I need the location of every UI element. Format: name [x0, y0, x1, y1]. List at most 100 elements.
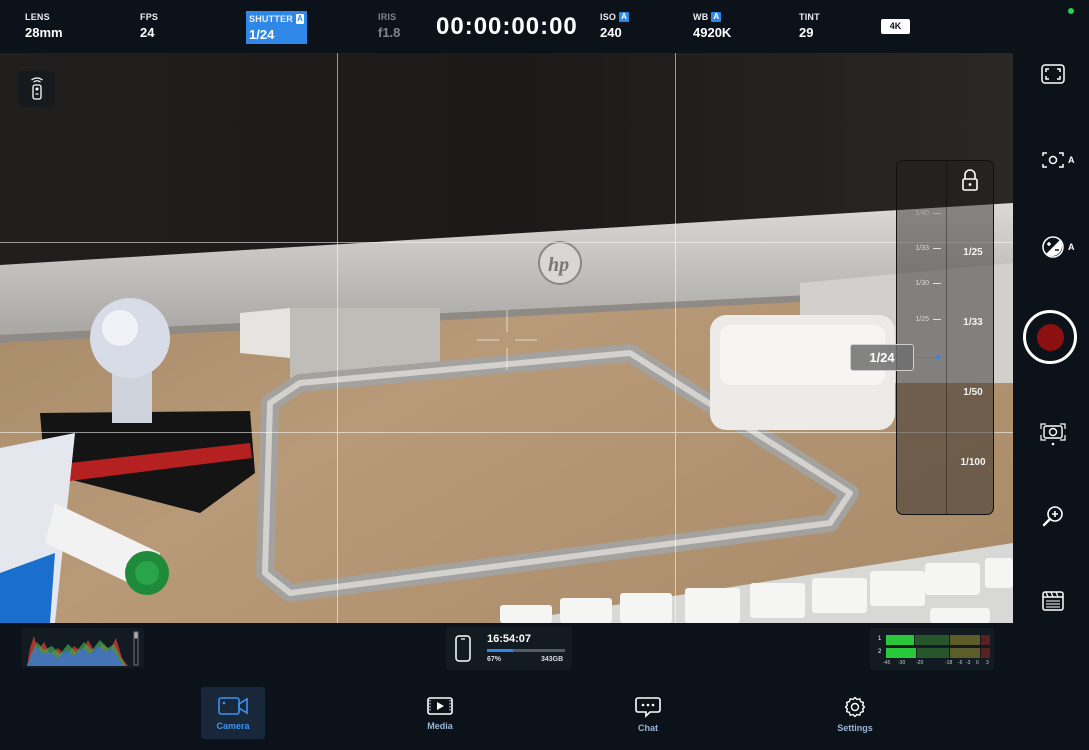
iris-label: IRIS [378, 12, 397, 22]
grid-line-horizontal-2 [0, 432, 1013, 433]
iris-param[interactable]: IRIS f1.8 [378, 11, 400, 40]
phone-storage-icon [455, 635, 471, 662]
tint-param[interactable]: TINT 29 [799, 11, 820, 40]
histogram[interactable] [22, 628, 144, 668]
shutter-label: SHUTTER [249, 14, 293, 24]
dial-current-value[interactable]: 1/24 [850, 344, 914, 371]
wb-auto-badge: A [711, 12, 722, 22]
tint-label: TINT [799, 12, 820, 22]
slate-button[interactable] [1035, 583, 1071, 619]
iris-value: f1.8 [378, 25, 401, 40]
dial-tick-2: 1/33 [905, 245, 945, 252]
audio-meters[interactable]: 1 2 -45 -30 -20 -18 -6 -3 0 3 [870, 628, 994, 670]
db-label: -20 [916, 660, 924, 666]
settings-icon [844, 696, 866, 718]
remote-control-button[interactable] [18, 71, 55, 107]
db-label: -3 [966, 660, 971, 666]
tint-value: 29 [799, 25, 814, 40]
top-parameter-bar: LENS 28mm FPS 24 SHUTTER A 1/24 IRIS f1.8… [0, 0, 1013, 53]
dial-tick-label: 1/40 [915, 210, 929, 217]
nav-camera[interactable]: Camera [201, 687, 265, 739]
clock-time: 16:54:07 [487, 633, 532, 645]
record-button[interactable] [1023, 310, 1077, 364]
zoom-icon [1042, 506, 1063, 527]
storage-bar-fill [487, 649, 513, 652]
chat-icon [635, 697, 661, 718]
grid-line-horizontal-1 [0, 242, 1013, 243]
viewfinder[interactable]: hp 1/40 1/33 1/30 1/25 1/25 1/33 1/50 1/… [0, 53, 1013, 623]
dial-pointer-dot [936, 355, 940, 359]
fullscreen-icon [1041, 64, 1065, 84]
dial-tick-label: 1/33 [915, 245, 929, 252]
fullscreen-button[interactable] [1035, 56, 1071, 92]
audio-meter-ch2 [886, 648, 990, 658]
autofocus-button[interactable]: A [1035, 142, 1075, 178]
dial-value-2[interactable]: 1/33 [951, 317, 995, 328]
nav-chat-label: Chat [638, 723, 658, 733]
audio-channel-label: 1 [878, 636, 882, 642]
iso-value: 240 [600, 25, 622, 40]
dial-tick-3: 1/30 [905, 280, 945, 287]
nav-media[interactable]: Media [408, 687, 472, 739]
media-info-panel[interactable]: 16:54:07 67% 343GB [446, 627, 572, 670]
shutter-param[interactable]: SHUTTER A 1/24 [246, 11, 307, 44]
exposure-auto-badge: A [1068, 242, 1075, 252]
dial-value-1[interactable]: 1/25 [951, 247, 995, 258]
grid-line-vertical-1 [337, 53, 338, 623]
autofocus-auto-badge: A [1068, 155, 1075, 165]
audio-meter-ch1 [886, 635, 990, 645]
center-crosshair-icon [477, 310, 537, 370]
nav-settings-label: Settings [837, 723, 873, 733]
audio-channel-label: 2 [878, 649, 882, 655]
shutter-dial[interactable]: 1/40 1/33 1/30 1/25 1/25 1/33 1/50 1/100… [850, 160, 995, 515]
status-indicator [1068, 8, 1074, 14]
svg-text:hp: hp [548, 254, 569, 276]
db-label: -45 [883, 660, 891, 666]
nav-media-label: Media [427, 721, 453, 731]
db-label: 0 [976, 660, 979, 666]
wb-label: WB [693, 12, 709, 22]
dial-divider [946, 161, 947, 514]
grid-line-vertical-2 [675, 53, 676, 623]
resolution-badge[interactable]: 4K [881, 19, 910, 34]
db-label: -6 [958, 660, 963, 666]
storage-percent: 67% [487, 656, 502, 663]
camera-icon [218, 697, 248, 715]
exposure-icon [1042, 236, 1064, 258]
bottom-nav: Camera Media Chat Settings [0, 675, 1089, 750]
stabilization-button[interactable] [1035, 415, 1071, 451]
fps-param[interactable]: FPS 24 [140, 11, 158, 40]
dial-tick-label: 1/30 [915, 280, 929, 287]
iso-param[interactable]: ISO A 240 [600, 11, 630, 40]
wb-param[interactable]: WB A 4920K [693, 11, 731, 40]
wb-value: 4920K [693, 25, 732, 40]
lens-param[interactable]: LENS 28mm [25, 11, 63, 40]
db-label: -30 [898, 660, 906, 666]
remote-icon [30, 77, 43, 100]
lens-label: LENS [25, 12, 50, 22]
shutter-value: 1/24 [249, 27, 275, 42]
db-label: -18 [945, 660, 953, 666]
zoom-button[interactable] [1035, 498, 1071, 534]
nav-settings[interactable]: Settings [823, 687, 887, 739]
iso-label: ISO [600, 12, 617, 22]
right-sidebar: A A [1013, 0, 1089, 675]
nav-chat[interactable]: Chat [616, 687, 680, 739]
exposure-button[interactable]: A [1035, 229, 1075, 265]
dial-tick-label: 1/25 [915, 316, 929, 323]
storage-free: 343GB [541, 656, 564, 663]
dial-value-4[interactable]: 1/100 [951, 457, 995, 468]
shutter-auto-badge: A [295, 14, 304, 24]
dial-value-3[interactable]: 1/50 [951, 387, 995, 398]
slate-icon [1042, 591, 1064, 611]
dial-tick-1: 1/40 [905, 210, 945, 217]
autofocus-icon [1042, 152, 1064, 168]
record-icon [1036, 323, 1064, 351]
camera-app: LENS 28mm FPS 24 SHUTTER A 1/24 IRIS f1.8… [0, 0, 1089, 750]
media-icon [427, 697, 453, 715]
db-label: 3 [986, 660, 989, 666]
dial-tick-4: 1/25 [905, 316, 945, 323]
storage-bar [487, 649, 565, 652]
fps-value: 24 [140, 25, 155, 40]
lock-icon[interactable] [961, 169, 979, 191]
